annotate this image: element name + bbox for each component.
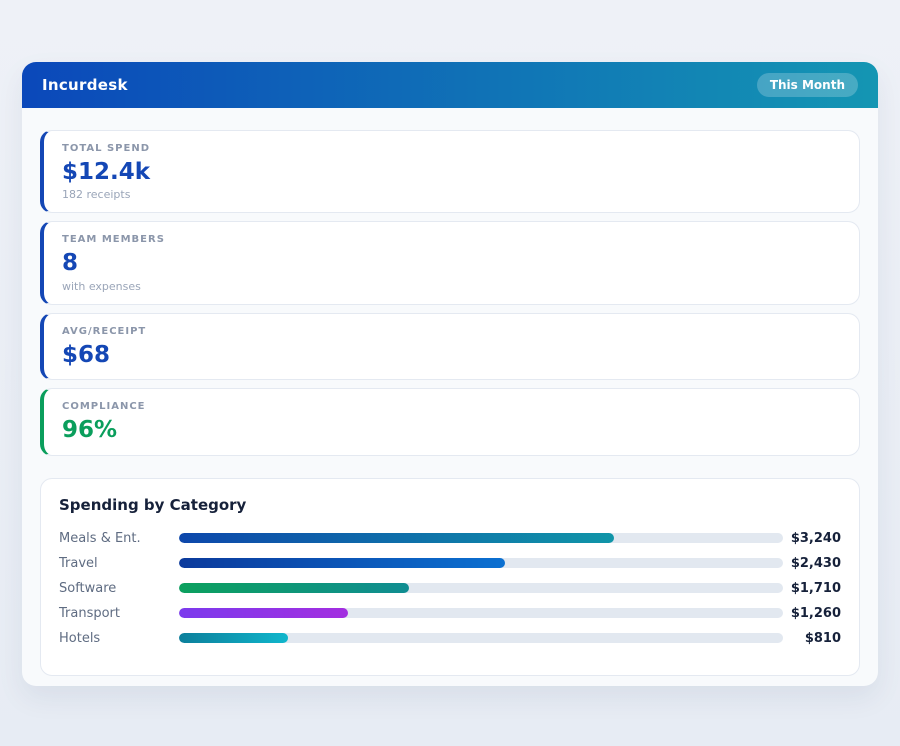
expense-dashboard-card: Incurdesk This Month TOTAL SPEND $12.4k … [22, 62, 878, 686]
app-title: Incurdesk [42, 76, 128, 94]
stat-card-team-members: TEAM MEMBERS 8 with expenses [40, 221, 860, 304]
category-label: Software [59, 581, 179, 596]
bar-fill [179, 583, 409, 593]
bar-fill [179, 533, 614, 543]
bar-track [179, 583, 783, 593]
category-value: $3,240 [783, 531, 841, 546]
dashboard-body: TOTAL SPEND $12.4k 182 receipts TEAM MEM… [22, 108, 878, 676]
stat-value: 8 [62, 250, 843, 276]
bar-fill [179, 633, 288, 643]
category-label: Transport [59, 606, 179, 621]
stat-label: COMPLIANCE [62, 401, 843, 412]
category-value: $1,260 [783, 606, 841, 621]
bar-track [179, 633, 783, 643]
chart-row-travel: Travel $2,430 [59, 551, 841, 576]
chart-row-transport: Transport $1,260 [59, 601, 841, 626]
category-value: $810 [783, 631, 841, 646]
spending-by-category-card: Spending by Category Meals & Ent. $3,240… [40, 478, 860, 676]
stat-label: AVG/RECEIPT [62, 326, 843, 337]
bar-track [179, 558, 783, 568]
stat-value: 96% [62, 417, 843, 443]
stat-card-total-spend: TOTAL SPEND $12.4k 182 receipts [40, 130, 860, 213]
chart-title: Spending by Category [59, 496, 841, 514]
chart-row-software: Software $1,710 [59, 576, 841, 601]
stat-subtext: 182 receipts [62, 188, 843, 201]
stat-label: TOTAL SPEND [62, 143, 843, 154]
stat-value: $12.4k [62, 159, 843, 185]
category-value: $1,710 [783, 581, 841, 596]
bar-fill [179, 608, 348, 618]
stat-subtext: with expenses [62, 280, 843, 293]
stat-label: TEAM MEMBERS [62, 234, 843, 245]
stat-value: $68 [62, 342, 843, 368]
bar-track [179, 608, 783, 618]
period-badge[interactable]: This Month [757, 73, 858, 97]
category-label: Hotels [59, 631, 179, 646]
chart-row-meals: Meals & Ent. $3,240 [59, 526, 841, 551]
category-label: Meals & Ent. [59, 531, 179, 546]
chart-row-hotels: Hotels $810 [59, 626, 841, 651]
app-header: Incurdesk This Month [22, 62, 878, 108]
stat-card-avg-receipt: AVG/RECEIPT $68 [40, 313, 860, 380]
bar-track [179, 533, 783, 543]
category-label: Travel [59, 556, 179, 571]
bar-fill [179, 558, 505, 568]
stat-card-compliance: COMPLIANCE 96% [40, 388, 860, 455]
category-value: $2,430 [783, 556, 841, 571]
